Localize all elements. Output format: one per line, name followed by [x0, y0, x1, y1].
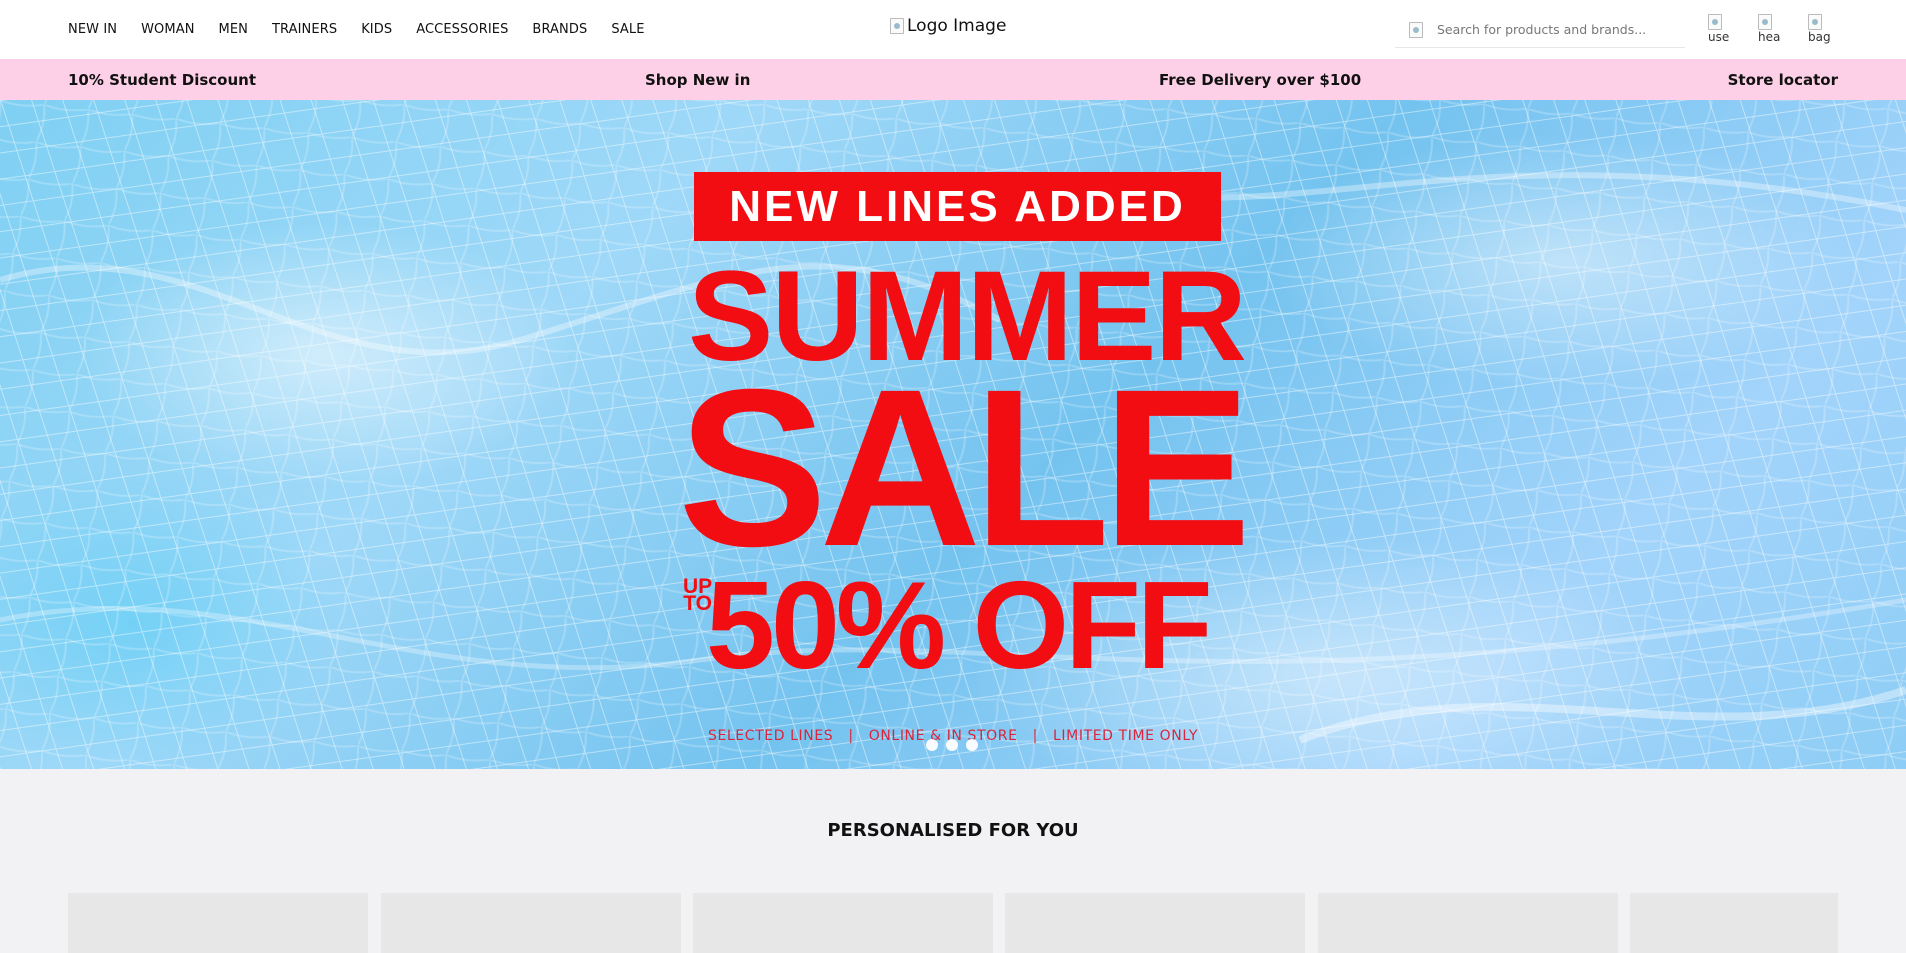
logo-alt-text: Logo Image	[907, 16, 1007, 36]
nav-brands[interactable]: BRANDS	[532, 22, 587, 37]
heart-icon-alt: hea	[1758, 30, 1781, 44]
promo-student-discount[interactable]: 10% Student Discount	[68, 71, 256, 89]
product-card-placeholder[interactable]	[1630, 893, 1838, 953]
promo-bar: 10% Student Discount Shop New in Free De…	[0, 59, 1906, 100]
promo-shop-new-in[interactable]: Shop New in	[645, 71, 750, 89]
site-logo[interactable]: Logo Image	[890, 16, 1006, 36]
tagline-selected-lines: SELECTED LINES	[707, 728, 834, 744]
nav-new-in[interactable]: NEW IN	[68, 22, 117, 37]
product-card-placeholder[interactable]	[693, 893, 993, 953]
product-card-placeholder[interactable]	[381, 893, 681, 953]
carousel-dot-2[interactable]	[946, 739, 958, 751]
search-bar[interactable]	[1395, 12, 1685, 48]
nav-accessories[interactable]: ACCESSORIES	[416, 22, 508, 37]
hero-banner[interactable]: NEW LINES ADDED SUMMER SALE UP TO 50% OF…	[0, 100, 1906, 769]
carousel-dot-1[interactable]	[926, 739, 938, 751]
main-nav: NEW IN WOMAN MEN TRAINERS KIDS ACCESSORI…	[68, 0, 669, 59]
tagline-separator: |	[848, 728, 854, 744]
site-header: NEW IN WOMAN MEN TRAINERS KIDS ACCESSORI…	[0, 0, 1906, 59]
heart-icon[interactable]: hea	[1758, 14, 1786, 44]
carousel-dots	[926, 739, 978, 751]
promo-store-locator[interactable]: Store locator	[1728, 71, 1838, 89]
product-card-placeholder[interactable]	[68, 893, 368, 953]
hero-sale: SALE	[678, 343, 1251, 593]
broken-image-icon	[1808, 14, 1822, 30]
bag-icon-alt: bag	[1808, 30, 1831, 44]
nav-kids[interactable]: KIDS	[361, 22, 392, 37]
nav-men[interactable]: MEN	[219, 22, 248, 37]
user-icon-alt: use	[1708, 30, 1730, 44]
promo-free-delivery[interactable]: Free Delivery over $100	[1159, 71, 1361, 89]
new-lines-badge: NEW LINES ADDED	[694, 172, 1221, 241]
broken-image-icon	[890, 18, 904, 34]
personalised-carousel	[68, 893, 1838, 953]
user-icon[interactable]: use	[1708, 14, 1736, 44]
nav-woman[interactable]: WOMAN	[141, 22, 194, 37]
tagline-separator: |	[1032, 728, 1038, 744]
broken-image-icon	[1758, 14, 1772, 30]
nav-sale[interactable]: SALE	[611, 22, 644, 37]
search-icon	[1409, 21, 1423, 38]
product-card-placeholder[interactable]	[1005, 893, 1305, 953]
bag-icon[interactable]: bag	[1808, 14, 1836, 44]
personalised-title: PERSONALISED FOR YOU	[827, 820, 1079, 841]
carousel-dot-3[interactable]	[966, 739, 978, 751]
product-card-placeholder[interactable]	[1318, 893, 1618, 953]
hero-offer: 50% OFF	[706, 557, 1213, 695]
nav-trainers[interactable]: TRAINERS	[272, 22, 337, 37]
broken-image-icon	[1708, 14, 1722, 30]
tagline-limited-time: LIMITED TIME ONLY	[1053, 728, 1199, 744]
search-input[interactable]	[1437, 22, 1667, 37]
